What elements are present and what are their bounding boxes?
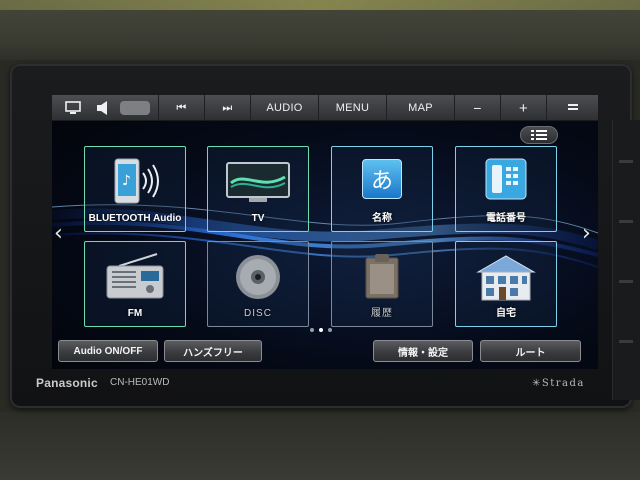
tile-fm[interactable]: FM — [84, 241, 186, 327]
info-settings-button[interactable]: 情報・設定 — [373, 340, 473, 362]
disc-icon — [236, 255, 280, 299]
route-button[interactable]: ルート — [480, 340, 581, 362]
history-icon — [365, 254, 399, 299]
brand-logo: Panasonic — [36, 376, 98, 390]
tile-label: 履歴 — [371, 308, 393, 319]
tile-label: FM — [127, 308, 143, 319]
tile-tv[interactable]: TV — [207, 146, 309, 232]
tv-icon — [226, 162, 290, 202]
touch-screen: ⏮ ⏭ AUDIO MENU MAP − + ♪ BLUETOOTH Audio — [52, 95, 598, 369]
tile-home[interactable]: 自宅 — [455, 241, 557, 327]
volume-down-button[interactable]: − — [454, 95, 500, 121]
audio-on-off-button[interactable]: Audio ON/OFF — [58, 340, 158, 362]
next-page-arrow[interactable]: › — [582, 221, 591, 246]
phone-number-icon — [485, 158, 527, 200]
list-view-button[interactable] — [520, 126, 558, 144]
series-logo: ✳Strada — [532, 378, 585, 389]
tile-label: TV — [251, 213, 265, 224]
top-control-bar: ⏮ ⏭ AUDIO MENU MAP − + — [52, 95, 598, 121]
tile-label: 電話番号 — [486, 213, 526, 224]
model-number: CN-HE01WD — [110, 377, 170, 388]
tile-phone-number[interactable]: 電話番号 — [455, 146, 557, 232]
tile-disc[interactable]: DISC — [207, 241, 309, 327]
menu-button[interactable]: MENU — [318, 95, 386, 121]
right-control-strip — [612, 120, 640, 400]
svg-text:♪: ♪ — [122, 173, 131, 189]
radio-icon — [106, 253, 164, 299]
tile-label: 名称 — [372, 213, 392, 224]
page-dot — [328, 328, 332, 332]
tile-label: DISC — [244, 308, 272, 319]
audio-button[interactable]: AUDIO — [250, 95, 318, 121]
list-icon — [531, 130, 547, 140]
page-dot — [310, 328, 314, 332]
handsfree-button[interactable]: ハンズフリー — [164, 340, 262, 362]
speaker-icon[interactable] — [92, 95, 116, 121]
tile-history[interactable]: 履歴 — [331, 241, 433, 327]
next-track-button[interactable]: ⏭ — [204, 95, 250, 121]
tile-name-search[interactable]: あ 名称 — [331, 146, 433, 232]
hamburger-icon[interactable] — [546, 95, 598, 121]
volume-up-button[interactable]: + — [500, 95, 546, 121]
map-button[interactable]: MAP — [386, 95, 454, 121]
page-indicator — [310, 328, 332, 332]
previous-page-arrow[interactable]: ‹ — [54, 221, 63, 246]
dashboard-bottom — [0, 412, 640, 480]
previous-track-button[interactable]: ⏮ — [158, 95, 204, 121]
tile-label: BLUETOOTH Audio — [88, 213, 182, 224]
volume-level-indicator — [120, 101, 150, 115]
bluetooth-audio-icon: ♪ — [114, 158, 159, 204]
home-icon — [476, 255, 536, 301]
dashboard-top — [0, 0, 640, 60]
page-dot — [319, 328, 323, 332]
monitor-icon[interactable] — [60, 95, 86, 121]
tile-bluetooth-audio[interactable]: ♪ BLUETOOTH Audio — [84, 146, 186, 232]
name-search-icon: あ — [362, 159, 402, 199]
tile-label: 自宅 — [496, 308, 516, 319]
